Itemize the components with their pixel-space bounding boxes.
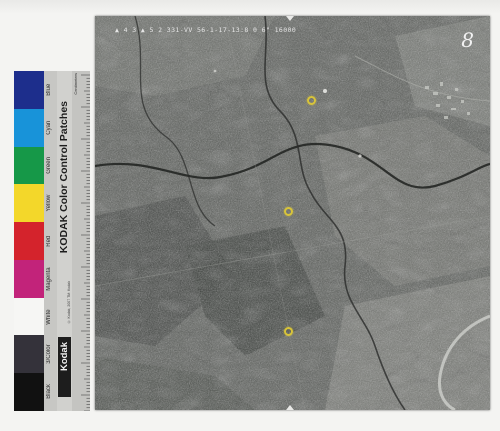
patch-label: Green [46, 157, 52, 174]
patch-label: Blue [46, 83, 52, 96]
target-marker-3 [284, 327, 293, 336]
scan-background [0, 0, 500, 14]
color-patch-magenta [14, 259, 44, 298]
color-patches [14, 71, 44, 411]
patch-label: White [46, 308, 52, 325]
color-patch-green [14, 146, 44, 185]
kodak-logo: Kodak [58, 337, 71, 397]
strip-title: KODAK Color Control Patches [58, 101, 70, 254]
photo-caption: ▲ 4 3 ▲ 5 2 331-VV 56-1-17-13:8 0 6" 160… [115, 26, 297, 34]
ruler-ticks [81, 74, 90, 411]
patch-label: Black [46, 384, 52, 400]
fiducial-mark-bottom [286, 405, 294, 410]
color-patch-yellow [14, 184, 44, 223]
color-patch-blue [14, 71, 44, 109]
ruler-unit-label: Centimeters [73, 73, 78, 95]
patch-labels: Blue Cyan Green Yellow Red Magenta White 3/Colo… [44, 71, 57, 411]
centimeter-ruler: Centimeters [72, 71, 90, 411]
aerial-photograph: ▲ 4 3 ▲ 5 2 331-VV 56-1-17-13:8 0 6" 160… [95, 16, 490, 410]
color-patch-white [14, 297, 44, 336]
color-patch-red [14, 222, 44, 260]
target-marker-2 [284, 207, 293, 216]
target-marker-1 [307, 96, 316, 105]
fiducial-mark-top [286, 16, 294, 21]
patch-label: Magenta [46, 267, 52, 291]
patch-label: 3/Color [46, 344, 52, 364]
strip-fine-print: © Kodak, 2007 TM: Kodak [67, 281, 71, 324]
frame-number: 8 [461, 28, 474, 52]
patch-label: Cyan [46, 120, 52, 135]
color-patch-3-color [14, 335, 44, 374]
patch-label: Red [46, 235, 52, 247]
patch-label: Yellow [46, 194, 52, 212]
color-patch-black [14, 373, 44, 411]
kodak-logo-text: Kodak [59, 342, 70, 372]
color-patch-cyan [14, 108, 44, 147]
kodak-color-control-strip: Blue Cyan Green Yellow Red Magenta White 3/Colo… [14, 71, 90, 411]
